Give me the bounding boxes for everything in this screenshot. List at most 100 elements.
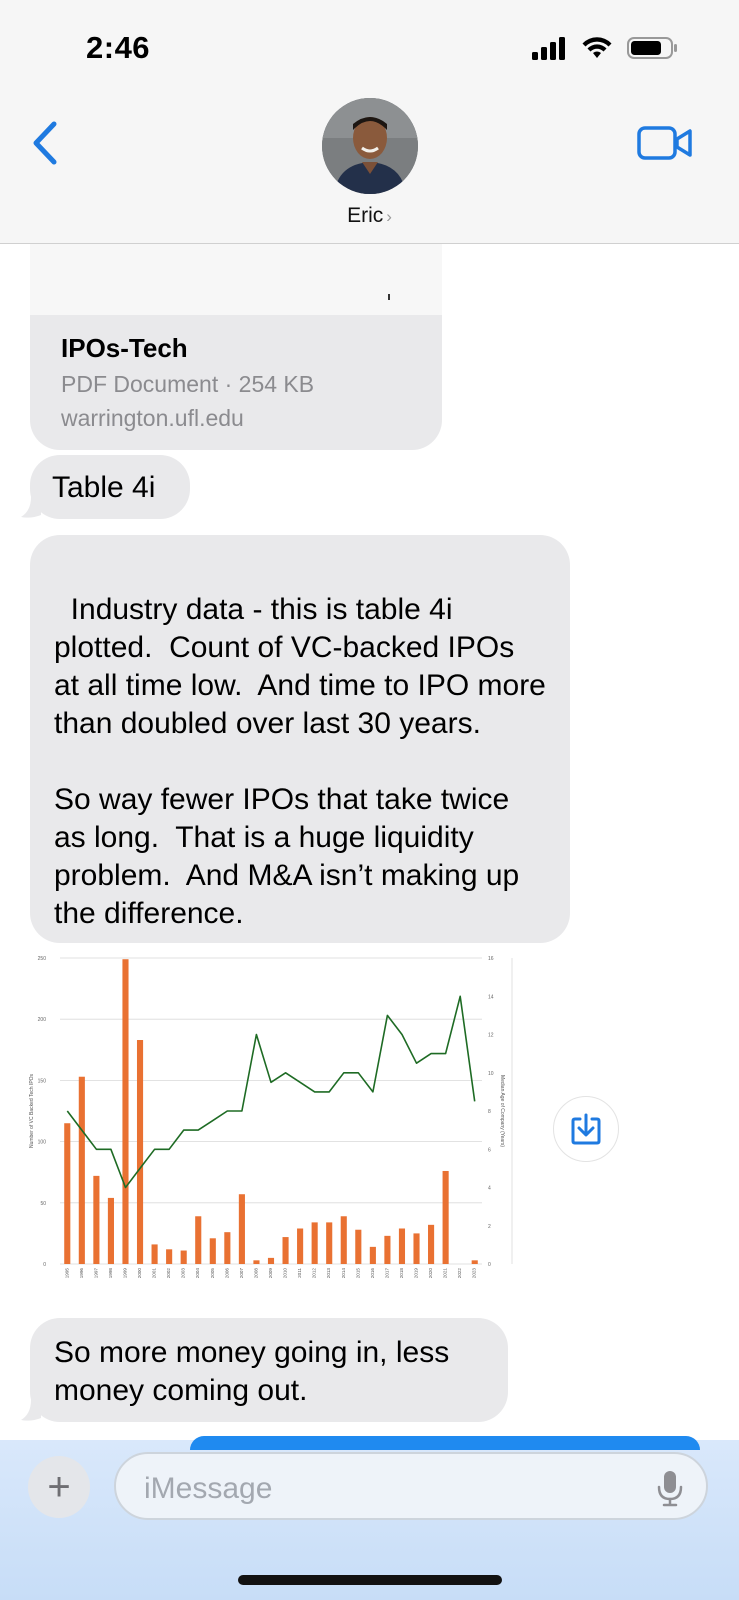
bar [166, 1249, 173, 1264]
y2-tick-label: 10 [488, 1071, 494, 1077]
outgoing-message-peek [190, 1436, 700, 1450]
x-tick-label: 2020 [428, 1268, 433, 1279]
x-tick-label: 2006 [224, 1268, 229, 1279]
x-tick-label: 2011 [297, 1268, 302, 1278]
plus-icon: + [47, 1464, 71, 1509]
y-tick-label: 0 [43, 1262, 46, 1268]
y-axis-label: Number of VC Backed Tech IPOs [29, 1073, 35, 1148]
x-tick-label: 1996 [79, 1268, 84, 1279]
y2-tick-label: 16 [488, 956, 494, 962]
bar [311, 1222, 318, 1264]
chevron-right-icon: › [386, 207, 392, 226]
save-image-button[interactable] [553, 1096, 619, 1162]
y-tick-label: 200 [38, 1017, 47, 1023]
x-tick-label: 2019 [414, 1268, 419, 1279]
message-text: So more money going in, less money comin… [54, 1336, 450, 1407]
avatar[interactable] [322, 98, 418, 194]
bar [471, 1260, 478, 1264]
bar [64, 1123, 71, 1264]
status-time: 2:46 [86, 30, 151, 65]
y-tick-label: 50 [40, 1201, 46, 1207]
bar [428, 1224, 435, 1264]
contact-photo [322, 98, 418, 194]
bar [398, 1228, 406, 1264]
x-tick-label: 2010 [283, 1268, 288, 1279]
status-icons [531, 36, 679, 60]
y2-tick-label: 4 [488, 1186, 491, 1192]
message-bubble[interactable]: So more money going in, less money comin… [30, 1318, 508, 1422]
signal-icon [532, 37, 565, 60]
x-tick-label: 2022 [457, 1268, 462, 1279]
bar [136, 1040, 144, 1264]
y2-tick-label: 8 [488, 1109, 491, 1115]
x-tick-label: 1997 [93, 1268, 98, 1279]
home-indicator [238, 1575, 502, 1585]
bar [209, 1238, 216, 1264]
x-tick-label: 2009 [268, 1268, 273, 1279]
x-tick-label: 2000 [137, 1268, 142, 1279]
x-tick-label: 2015 [355, 1268, 360, 1279]
x-tick-label: 2014 [341, 1268, 346, 1279]
download-icon [571, 1113, 601, 1145]
bar [78, 1076, 85, 1264]
microphone-icon[interactable] [656, 1469, 684, 1507]
x-tick-label: 1995 [64, 1268, 69, 1279]
ipo-chart: 0 50 100 150 200 250 0 2 4 6 8 10 12 14 16 1995 1996 1997… [29, 956, 513, 1279]
y2-tick-label: 2 [488, 1224, 491, 1230]
y2-tick-label: 14 [488, 994, 494, 1000]
chart-image[interactable]: 0 50 100 150 200 250 0 2 4 6 8 10 12 14 16 1995 1996 1997… [26, 950, 530, 1312]
bar [107, 1197, 114, 1264]
bar [224, 1232, 231, 1264]
bar [326, 1222, 333, 1264]
bar [238, 1194, 245, 1264]
x-tick-label: 1998 [108, 1268, 113, 1279]
bar [413, 1233, 420, 1264]
x-tick-label: 2005 [210, 1268, 215, 1279]
bar [340, 1216, 347, 1264]
bar [369, 1246, 376, 1264]
bar [384, 1235, 391, 1264]
x-tick-label: 2021 [443, 1268, 448, 1279]
bar [180, 1250, 187, 1264]
contact-name: Eric [347, 204, 384, 227]
back-chevron-icon[interactable] [28, 118, 64, 168]
x-tick-label: 2003 [181, 1268, 186, 1279]
x-tick-label: 2016 [370, 1268, 375, 1279]
bar [93, 1175, 100, 1264]
x-tick-label: 2008 [253, 1268, 258, 1279]
bar [282, 1237, 289, 1264]
conversation-header: 2:46 Eric › [0, 0, 739, 244]
y2-axis-label: Median Age of Company (Years) [499, 1075, 505, 1147]
wifi-icon [582, 37, 612, 58]
bar [355, 1229, 362, 1264]
imessage-input[interactable]: iMessage [114, 1452, 708, 1520]
x-tick-label: 2018 [399, 1268, 404, 1279]
plus-button[interactable]: + [28, 1456, 90, 1518]
contact-name-button[interactable]: Eric › [0, 204, 739, 228]
message-bubble[interactable]: Table 4i [30, 455, 190, 519]
y-tick-label: 100 [38, 1140, 47, 1146]
bar [297, 1228, 304, 1264]
message-text: Industry data - this is table 4i plotted… [54, 593, 546, 930]
y-tick-label: 150 [38, 1078, 47, 1084]
x-tick-label: 2013 [326, 1268, 331, 1279]
bar [442, 1170, 449, 1264]
attachment-domain: warrington.ufl.edu [61, 405, 244, 431]
message-text: Table 4i [52, 471, 156, 504]
video-call-icon[interactable] [637, 124, 693, 162]
x-tick-label: 1999 [122, 1268, 127, 1279]
x-tick-label: 2017 [384, 1268, 389, 1279]
y2-tick-label: 6 [488, 1147, 491, 1153]
bar [122, 959, 129, 1264]
bar [151, 1244, 158, 1264]
bar [253, 1260, 260, 1264]
battery-icon [627, 37, 677, 59]
bar [195, 1216, 202, 1264]
input-placeholder: iMessage [144, 1472, 273, 1505]
bar [267, 1257, 275, 1264]
x-tick-label: 2007 [239, 1268, 244, 1279]
message-bubble[interactable]: Industry data - this is table 4i plotted… [30, 535, 570, 943]
y2-tick-label: 0 [488, 1262, 491, 1268]
y2-tick-label: 12 [488, 1033, 494, 1039]
attachment-title: IPOs-Tech [61, 333, 188, 363]
